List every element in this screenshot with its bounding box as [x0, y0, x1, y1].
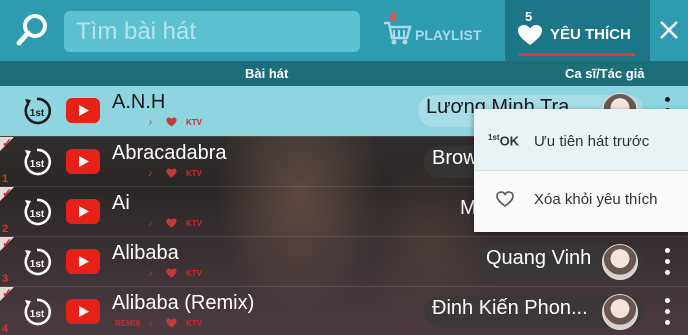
column-song: Bài hát	[245, 66, 289, 81]
row-number: 2	[2, 223, 9, 235]
youtube-icon[interactable]	[66, 199, 100, 224]
column-artist: Ca sĩ/Tác giả	[565, 66, 645, 81]
artist-name[interactable]: Quang Vinh	[486, 247, 591, 270]
tab-favorites[interactable]: 5 YÊU THÍCH	[505, 0, 650, 61]
mic-icon: ♪	[148, 168, 153, 178]
priority-first-icon[interactable]: 1st	[21, 95, 53, 127]
small-heart-icon	[166, 218, 177, 228]
favorites-count-badge: 5	[525, 9, 533, 24]
mic-icon: ♪	[148, 218, 153, 228]
artist-avatar	[602, 244, 638, 280]
heart-icon	[518, 25, 542, 45]
more-options-button[interactable]	[655, 245, 679, 279]
search-icon[interactable]	[15, 12, 51, 48]
small-heart-icon	[166, 168, 177, 178]
ktv-badge: KTV	[186, 169, 202, 178]
song-title: Alibaba (Remix)	[112, 292, 255, 314]
mic-icon: ♪	[148, 268, 153, 278]
song-title: A.N.H	[112, 91, 166, 113]
song-title: Alibaba	[112, 242, 179, 264]
priority-ok-icon: 1stOK	[488, 133, 519, 148]
search-input[interactable]	[76, 17, 346, 47]
svg-text:1st: 1st	[30, 309, 45, 320]
small-heart-icon	[166, 318, 177, 328]
menu-item-priority[interactable]: 1stOK Ưu tiên hát trước	[474, 109, 688, 170]
column-header: Bài hát Ca sĩ/Tác giả	[0, 61, 688, 86]
more-dot	[665, 270, 670, 275]
small-heart-icon	[166, 268, 177, 278]
small-heart-icon	[166, 117, 177, 127]
check-icon: ✓	[2, 136, 13, 150]
svg-text:1st: 1st	[30, 209, 45, 220]
menu-item-remove-favorite[interactable]: Xóa khỏi yêu thích	[474, 171, 688, 232]
tab-favorites-label: YÊU THÍCH	[550, 26, 631, 43]
remix-badge: REMIX	[115, 319, 141, 328]
tab-playlist[interactable]: 4 PLAYLIST	[370, 0, 500, 61]
search-box	[64, 11, 360, 52]
song-title: Abracadabra	[112, 142, 227, 164]
youtube-icon[interactable]	[66, 98, 100, 123]
song-row[interactable]: ✓ 4 1st Alibaba (Remix) REMIX ♪ KTV Đinh…	[0, 286, 688, 335]
ktv-badge: KTV	[186, 118, 202, 127]
mic-icon: ♪	[148, 117, 153, 127]
row-number: 4	[2, 323, 9, 335]
close-icon	[660, 21, 678, 39]
artist-avatar	[602, 294, 638, 330]
row-number: 3	[2, 273, 9, 285]
priority-icon-sup: 1st	[488, 133, 500, 142]
check-icon: ✓	[2, 236, 13, 250]
svg-text:1st: 1st	[30, 159, 45, 170]
more-options-button[interactable]	[655, 295, 679, 329]
ktv-badge: KTV	[186, 319, 202, 328]
mic-icon: ♪	[148, 318, 153, 328]
context-menu: 1stOK Ưu tiên hát trước Xóa khỏi yêu thí…	[474, 109, 688, 232]
check-icon: ✓	[2, 286, 13, 300]
priority-icon-text: OK	[499, 133, 520, 149]
more-dot	[665, 97, 670, 102]
svg-text:1st: 1st	[30, 259, 45, 270]
priority-first-icon[interactable]: 1st	[21, 146, 53, 178]
more-dot	[665, 248, 670, 253]
artist-name[interactable]: Brow	[432, 147, 478, 170]
youtube-icon[interactable]	[66, 299, 100, 324]
song-row[interactable]: ✓ 3 1st Alibaba ♪ KTV Quang Vinh	[0, 236, 688, 286]
close-button[interactable]	[650, 0, 688, 61]
tab-playlist-label: PLAYLIST	[415, 27, 482, 43]
menu-label-remove: Xóa khỏi yêu thích	[534, 191, 658, 208]
more-dot	[665, 298, 670, 303]
more-dot	[665, 320, 670, 325]
check-icon: ✓	[2, 186, 13, 200]
svg-text:1st: 1st	[30, 108, 45, 119]
top-bar: 4 PLAYLIST 5 YÊU THÍCH	[0, 0, 688, 61]
row-number: 1	[2, 173, 9, 185]
ktv-badge: KTV	[186, 269, 202, 278]
active-tab-indicator	[519, 53, 635, 56]
more-dot	[665, 259, 670, 264]
heart-outline-icon	[496, 191, 514, 207]
youtube-icon[interactable]	[66, 249, 100, 274]
priority-first-icon[interactable]: 1st	[21, 296, 53, 328]
menu-label-priority: Ưu tiên hát trước	[534, 133, 650, 150]
priority-first-icon[interactable]: 1st	[21, 246, 53, 278]
artist-name[interactable]: Đinh Kiến Phon...	[432, 297, 588, 320]
song-title: Ai	[112, 192, 130, 214]
priority-first-icon[interactable]: 1st	[21, 196, 53, 228]
ktv-badge: KTV	[186, 219, 202, 228]
more-dot	[665, 309, 670, 314]
youtube-icon[interactable]	[66, 149, 100, 174]
cart-icon	[384, 21, 412, 45]
